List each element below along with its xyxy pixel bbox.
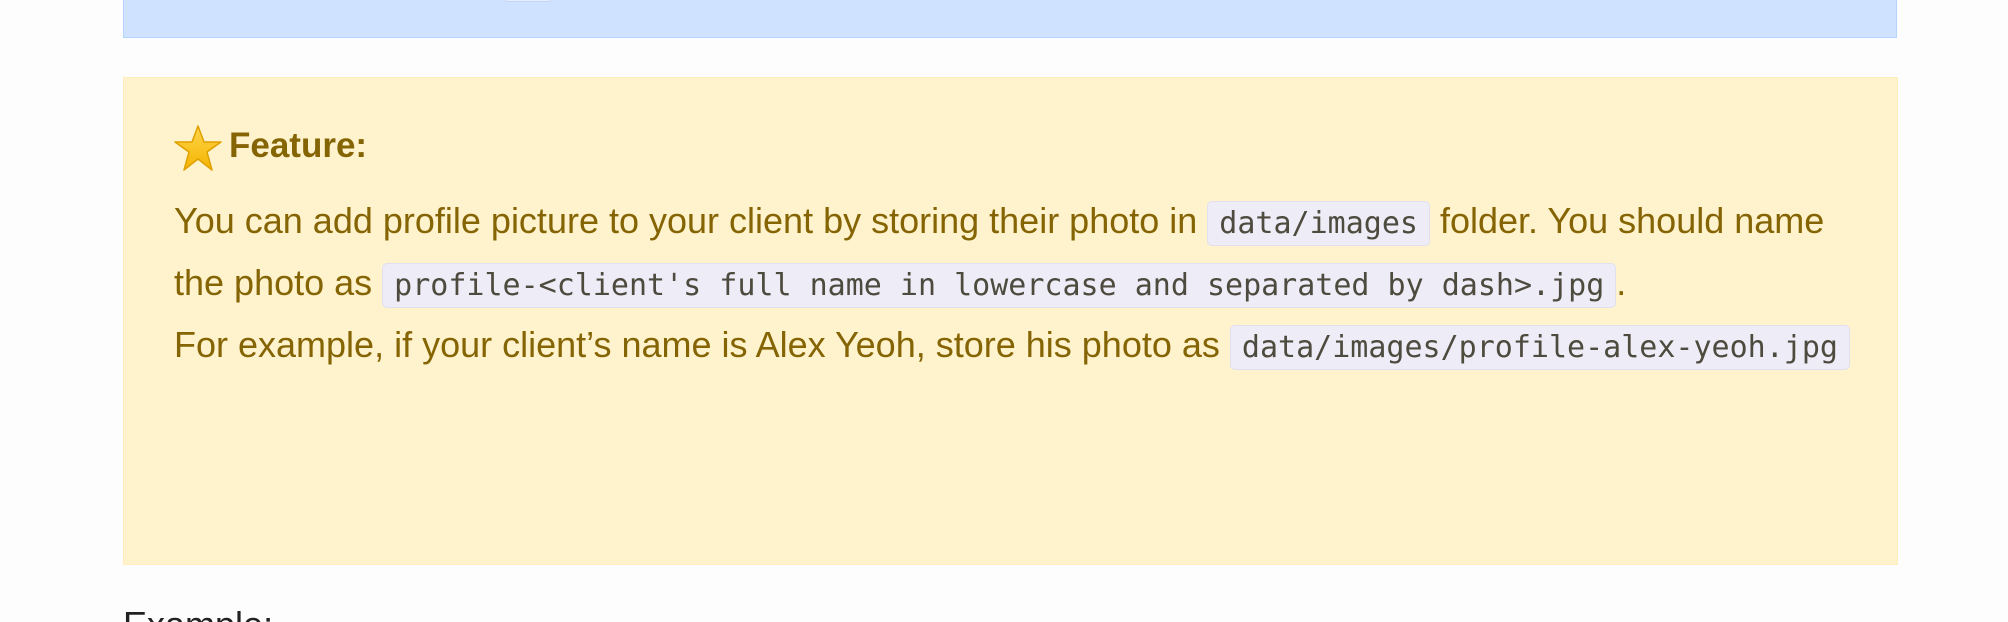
code-profile-filename: profile-<client's full name in lowercase… xyxy=(382,263,1617,308)
section-heading: Example: xyxy=(123,605,273,622)
inline-code-fragment xyxy=(504,0,552,2)
feature-body: You can add profile picture to your clie… xyxy=(174,191,1874,377)
info-box xyxy=(123,0,1897,38)
code-images-folder: data/images xyxy=(1207,201,1430,246)
feature-text-1: You can add profile picture to your clie… xyxy=(174,200,1208,241)
feature-text-3: . xyxy=(1616,262,1627,303)
feature-header: Feature: xyxy=(173,118,367,174)
feature-callout: Feature: You can add profile picture to … xyxy=(123,77,1898,565)
star-icon xyxy=(174,125,222,171)
code-example-path: data/images/profile-alex-yeoh.jpg xyxy=(1229,325,1850,370)
feature-text-4: For example, if your client’s name is Al… xyxy=(174,324,1230,365)
page: Feature: You can add profile picture to … xyxy=(0,0,2008,622)
feature-title: Feature: xyxy=(229,126,368,165)
